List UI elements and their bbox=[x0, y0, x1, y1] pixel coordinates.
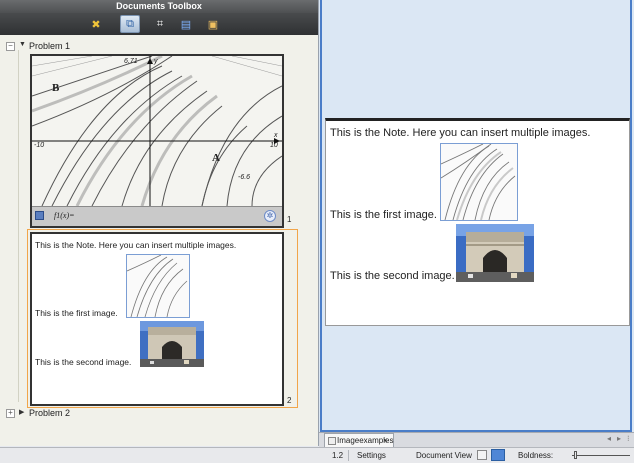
function-entry-text[interactable]: f1(x)= bbox=[54, 211, 75, 220]
settings-button[interactable]: Settings bbox=[357, 451, 386, 460]
first-image-caption[interactable]: This is the first image. bbox=[330, 209, 437, 221]
tab-prev-icon[interactable]: ◂ bbox=[607, 434, 611, 443]
page-indicator: 1.2 bbox=[332, 451, 344, 460]
computer-view-icon[interactable] bbox=[491, 449, 505, 461]
page2-note-intro: This is the Note. Here you can insert mu… bbox=[35, 240, 237, 250]
page1-graph-thumbnail[interactable]: 6.71 y -10 10 x -6.6 B A f1(x)= ✲ bbox=[30, 54, 284, 228]
page2-number: 2 bbox=[287, 396, 292, 405]
page2-second-caption: This is the second image. bbox=[35, 357, 132, 367]
page2-notes-thumbnail[interactable]: This is the Note. Here you can insert mu… bbox=[30, 232, 284, 406]
x-max-label: 10 bbox=[270, 142, 278, 149]
calculator-tools-icon[interactable]: ✖ bbox=[86, 15, 106, 33]
x-axis-label: x bbox=[274, 132, 278, 139]
problem2-label[interactable]: Problem 2 bbox=[29, 408, 70, 418]
status-divider bbox=[348, 450, 349, 461]
entry-expand-icon[interactable] bbox=[35, 211, 44, 220]
entry-help-icon[interactable]: ✲ bbox=[264, 210, 276, 222]
tab-list-icon[interactable]: ⁝ bbox=[627, 434, 630, 443]
document-tab[interactable]: Imageexamples × bbox=[324, 433, 394, 448]
toolbox-title: Documents Toolbox bbox=[0, 0, 318, 13]
content-explorer-icon[interactable]: ▣ bbox=[203, 15, 223, 33]
vault-thumbnail-graphic bbox=[127, 255, 189, 317]
y-axis-label: y bbox=[154, 58, 158, 65]
handheld-view-icon[interactable] bbox=[477, 450, 487, 460]
document-view-label: Document View bbox=[416, 451, 472, 460]
note-intro-text[interactable]: This is the Note. Here you can insert mu… bbox=[330, 127, 590, 139]
gothic-vault-background-image bbox=[32, 56, 282, 206]
second-image-caption[interactable]: This is the second image. bbox=[330, 270, 455, 282]
page2-first-caption: This is the first image. bbox=[35, 308, 118, 318]
arc-de-triomphe-thumbnail bbox=[140, 321, 204, 367]
variables-icon[interactable]: ⌗ bbox=[150, 15, 170, 33]
second-image[interactable] bbox=[456, 224, 534, 282]
problem1-expanded-arrow-icon[interactable]: ▼ bbox=[19, 41, 26, 48]
page1-number: 1 bbox=[287, 215, 292, 224]
boldness-slider-thumb[interactable] bbox=[574, 451, 577, 459]
x-min-label: -10 bbox=[34, 142, 45, 149]
problem1-collapse-toggle[interactable]: − bbox=[6, 42, 15, 51]
document-icon bbox=[328, 437, 336, 445]
toolbox-toolbar: ✖ ⧉ ⌗ ▤ ▣ bbox=[0, 13, 318, 35]
vault-image-graphic bbox=[441, 144, 517, 220]
y-max-label: 6.71 bbox=[124, 58, 138, 65]
page2-first-image bbox=[126, 254, 190, 318]
tab-next-icon[interactable]: ▸ bbox=[617, 434, 621, 443]
page-sorter-icon[interactable]: ⧉ bbox=[120, 15, 140, 33]
library-icon[interactable]: ▤ bbox=[176, 15, 196, 33]
status-bar: 1.2 Settings Document View Boldness: bbox=[0, 447, 634, 463]
boldness-slider-track[interactable] bbox=[572, 455, 630, 456]
page2-second-image bbox=[140, 321, 204, 367]
arc-de-triomphe-graphic bbox=[456, 224, 534, 282]
vault-label-a: A bbox=[212, 152, 220, 164]
first-image[interactable] bbox=[440, 143, 518, 221]
boldness-label: Boldness: bbox=[518, 451, 554, 460]
notes-page-view[interactable]: This is the Note. Here you can insert mu… bbox=[325, 118, 630, 326]
tab-close-icon[interactable]: × bbox=[383, 434, 388, 447]
problem2-collapsed-arrow-icon[interactable]: ▶ bbox=[19, 408, 24, 416]
vault-label-b: B bbox=[52, 82, 60, 94]
function-entry-line[interactable]: f1(x)= ✲ bbox=[32, 206, 282, 226]
problem2-expand-toggle[interactable]: + bbox=[6, 409, 15, 418]
y-min-label: -6.6 bbox=[238, 174, 251, 181]
